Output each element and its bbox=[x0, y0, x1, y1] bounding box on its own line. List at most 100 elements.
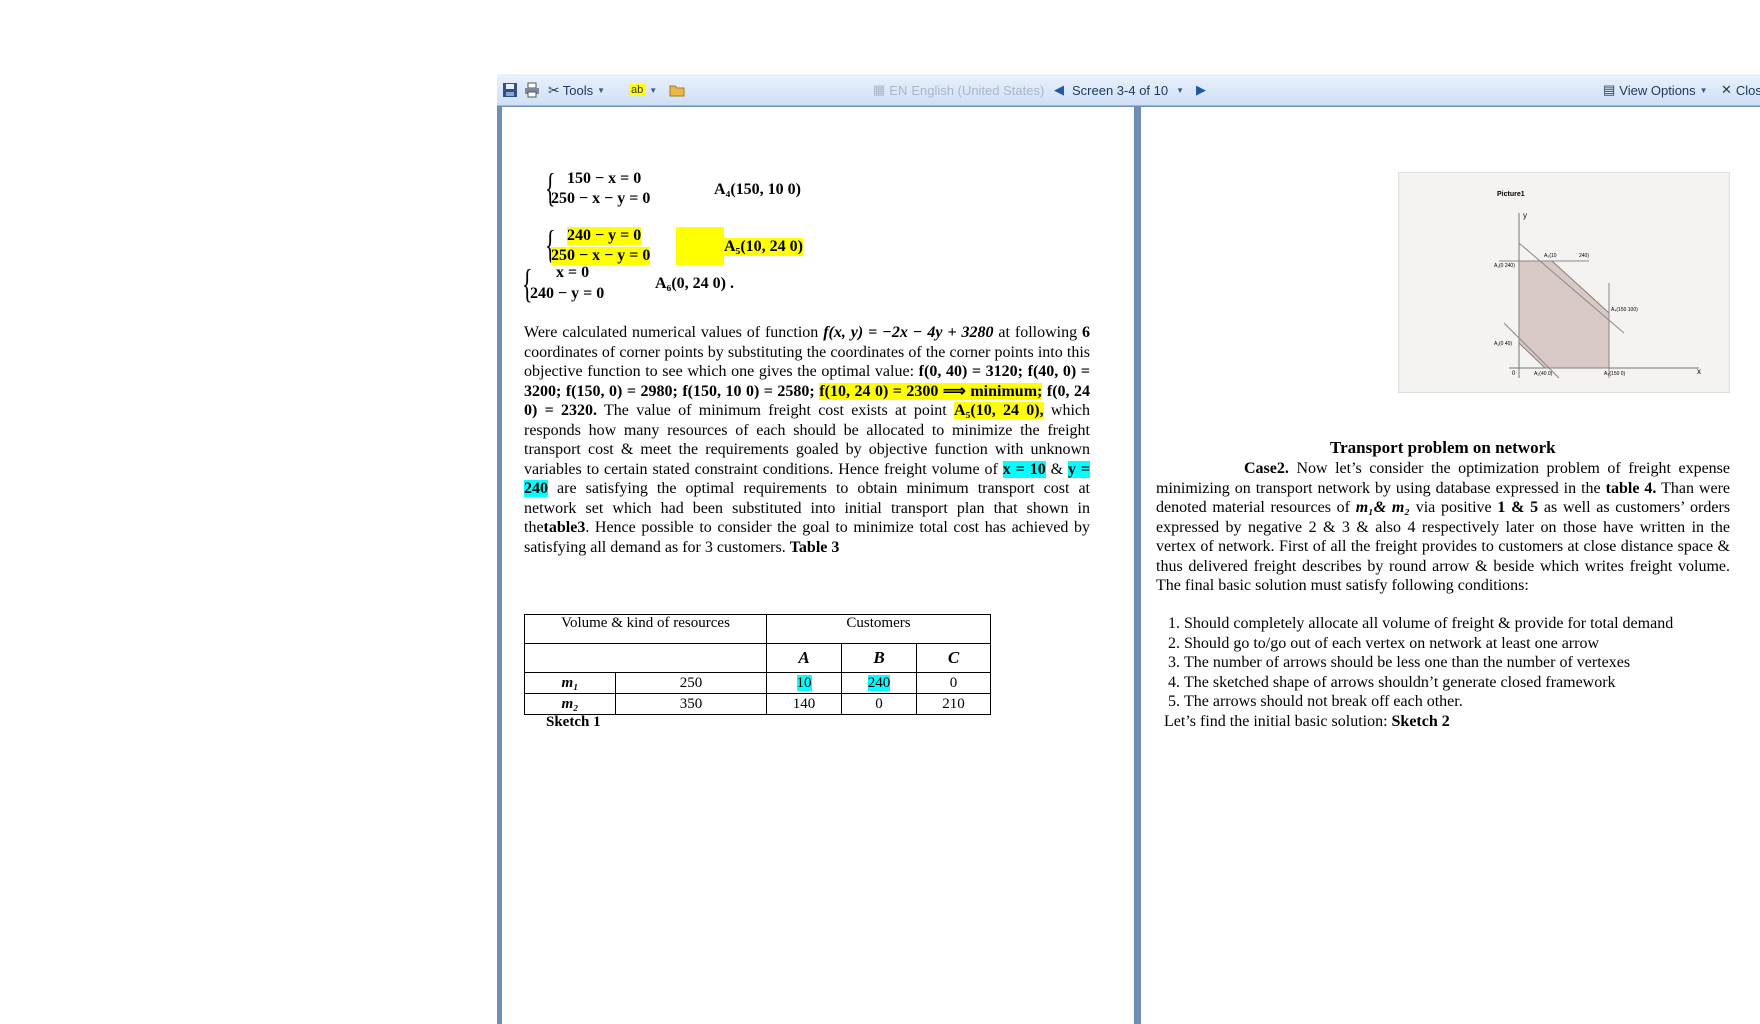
row-name: m₁ bbox=[524, 672, 616, 694]
objective-function: f(x, y) = −2x − 4y + 3280 bbox=[823, 324, 994, 341]
language-name: English (United States) bbox=[911, 82, 1045, 98]
chevron-down-icon: ▼ bbox=[649, 85, 658, 95]
corner-count: 6 bbox=[1082, 324, 1091, 341]
figure-label-a5: A₂(40 0) bbox=[1534, 371, 1553, 377]
cell-b: 240 bbox=[841, 672, 917, 694]
header-customers: Customers bbox=[766, 614, 991, 644]
final-line: Let’s find the initial basic solution: S… bbox=[1164, 712, 1450, 732]
language-code: EN bbox=[889, 82, 908, 98]
view-options-menu[interactable]: ▤ View Options ▼ bbox=[1603, 79, 1708, 101]
sketch1-label: Sketch 1 bbox=[546, 714, 601, 730]
case-label: Case2. bbox=[1244, 460, 1289, 477]
cell-a-value: 10 bbox=[796, 674, 812, 691]
value-1: f(0, 40) = 3120; bbox=[918, 363, 1023, 380]
screen-navigator[interactable]: ◀ Screen 3-4 of 10 ▼ ▶ bbox=[1054, 79, 1206, 101]
figure-axis-x: x bbox=[1697, 367, 1701, 376]
col-a: A bbox=[766, 643, 842, 673]
figure-caption: Picture1 bbox=[1497, 191, 1525, 198]
list-item: The arrows should not break off each oth… bbox=[1184, 692, 1673, 712]
view-options-icon: ▤ bbox=[1603, 82, 1616, 97]
figure-label-a3: A₄(150 100) bbox=[1611, 307, 1638, 313]
value-5-minimum: f(10, 24 0) = 2300 ⟹ minimum; bbox=[819, 382, 1043, 400]
col-c: C bbox=[916, 643, 991, 673]
system1-eq2: 250 − x − y = 0 bbox=[551, 190, 651, 207]
system3-result: A₆(0, 24 0) . bbox=[655, 275, 735, 292]
chevron-down-icon[interactable]: ▼ bbox=[1176, 86, 1184, 95]
figure-label-a6: A₃(150 0) bbox=[1604, 371, 1626, 377]
close-button[interactable]: ✕ Close bbox=[1721, 79, 1760, 101]
figure-label-a4: A₁(0 40) bbox=[1494, 341, 1513, 347]
table3-title: Table 3 bbox=[789, 538, 840, 556]
cell-c: 0 bbox=[916, 672, 991, 694]
next-screen-icon[interactable]: ▶ bbox=[1196, 82, 1206, 98]
figure-origin: 0 bbox=[1512, 371, 1516, 377]
cell-a: 140 bbox=[766, 693, 842, 715]
figure-axis-y: y bbox=[1523, 211, 1527, 220]
sketch2-label: Sketch 2 bbox=[1391, 713, 1450, 730]
para-text-1: Were calculated numerical values of func… bbox=[524, 324, 819, 341]
save-icon[interactable] bbox=[502, 79, 518, 101]
value-3: f(150, 0) = 2980; bbox=[565, 382, 678, 400]
screen-label: Screen 3-4 of 10 bbox=[1072, 82, 1169, 98]
folder-icon[interactable] bbox=[669, 79, 685, 101]
row-name: m₂ bbox=[524, 693, 616, 715]
table3-ref: table3 bbox=[543, 519, 586, 536]
previous-screen-icon[interactable]: ◀ bbox=[1054, 82, 1064, 98]
highlight-block bbox=[676, 227, 724, 265]
list-item: Should completely allocate all volume of… bbox=[1184, 614, 1673, 634]
blank-cell bbox=[524, 643, 767, 673]
language-indicator: ▦ EN English (United States) bbox=[873, 79, 1044, 101]
resources-table: Volume & kind of resources Customers A B… bbox=[524, 614, 991, 715]
col-b: B bbox=[841, 643, 917, 673]
system2-eq1: 240 − y = 0 bbox=[567, 227, 642, 245]
view-options-label: View Options bbox=[1619, 82, 1696, 98]
optimal-point: A₅(10, 24 0), bbox=[954, 402, 1044, 419]
system1-eq1: 150 − x = 0 bbox=[567, 170, 642, 187]
list-item: The sketched shape of arrows shouldn’t g… bbox=[1184, 673, 1673, 693]
section-heading: Transport problem on network bbox=[1330, 438, 1556, 457]
system2-eq2: 250 − x − y = 0 bbox=[551, 247, 651, 265]
para-text-4: The value of minimum freight cost exists… bbox=[604, 402, 947, 419]
cell-b: 0 bbox=[841, 693, 917, 715]
header-resources: Volume & kind of resources bbox=[524, 614, 767, 644]
list-item: Should go to/go out of each vertex on ne… bbox=[1184, 634, 1673, 654]
highlighter-icon: ab bbox=[629, 84, 646, 96]
conditions-list: Should completely allocate all volume of… bbox=[1156, 614, 1673, 712]
keyboard-icon: ▦ bbox=[873, 82, 886, 97]
figure-label-a1: A₁(0 240) bbox=[1494, 263, 1515, 269]
case-text-3: via positive bbox=[1415, 499, 1492, 516]
print-icon[interactable] bbox=[524, 79, 540, 101]
x-value: x = 10 bbox=[1002, 460, 1046, 478]
cell-b-value: 240 bbox=[867, 674, 891, 691]
feasible-region-figure: Picture1 y x 0 A₁(0 240) A₅(10 240) A₄(1… bbox=[1398, 172, 1730, 393]
m-vars: m₁& m₂ bbox=[1355, 499, 1410, 516]
system1-result: A₄(150, 10 0) bbox=[714, 181, 802, 198]
final-text: Let’s find the initial basic solution: bbox=[1164, 713, 1388, 730]
cell-a: 10 bbox=[766, 672, 842, 694]
figure-label-a2b: 240) bbox=[1579, 253, 1590, 259]
tools-icon: ✂ bbox=[548, 81, 560, 98]
system2-result: A₅(10, 24 0) bbox=[724, 238, 804, 256]
table4-ref: table 4. bbox=[1605, 479, 1657, 497]
para-text-2: at following bbox=[998, 324, 1078, 341]
tools-label: Tools bbox=[562, 82, 594, 98]
close-label: Close bbox=[1735, 82, 1760, 98]
highlight-menu[interactable]: ab ▼ bbox=[629, 79, 657, 101]
row-volume: 250 bbox=[615, 672, 767, 694]
calculation-paragraph: Were calculated numerical values of func… bbox=[524, 323, 1090, 557]
row-volume: 350 bbox=[615, 693, 767, 715]
cell-c: 210 bbox=[916, 693, 991, 715]
figure-drawing bbox=[1499, 213, 1699, 379]
case2-paragraph: Case2. Now let’s consider the optimizati… bbox=[1156, 459, 1730, 596]
tools-menu[interactable]: ✂ Tools ▼ bbox=[548, 79, 605, 101]
list-item: The number of arrows should be less one … bbox=[1184, 653, 1673, 673]
figure-label-a2: A₅(10 bbox=[1544, 253, 1557, 259]
table-row: m₂ 350 140 0 210 bbox=[524, 693, 991, 715]
value-4: f(150, 10 0) = 2580; bbox=[682, 382, 815, 400]
chevron-down-icon: ▼ bbox=[1699, 85, 1708, 95]
chevron-down-icon: ▼ bbox=[597, 85, 606, 95]
system3-eq1: x = 0 bbox=[556, 264, 590, 281]
positives: 1 & 5 bbox=[1497, 499, 1539, 516]
close-icon: ✕ bbox=[1721, 82, 1732, 97]
table-row: m₁ 250 10 240 0 bbox=[524, 672, 991, 694]
